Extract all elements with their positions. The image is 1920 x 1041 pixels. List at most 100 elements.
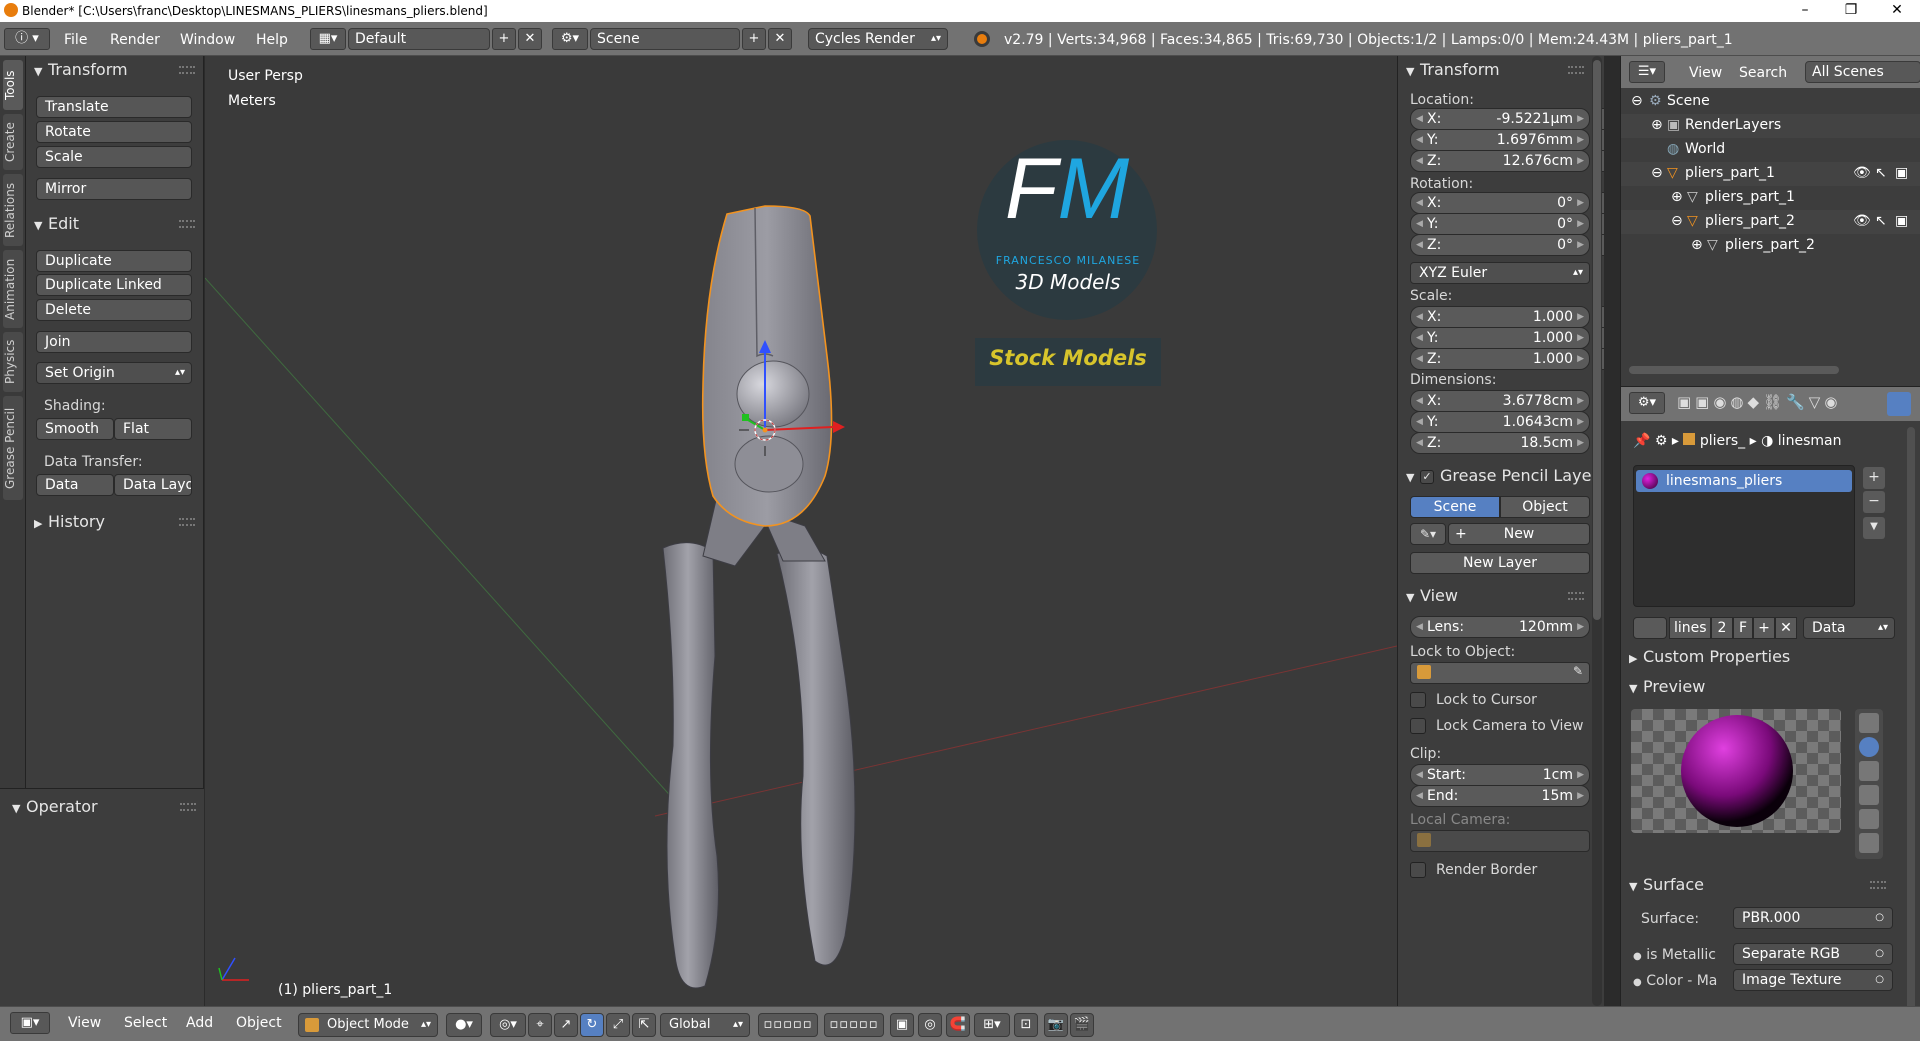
new-material-icon[interactable]: +	[1753, 617, 1775, 639]
grease-pencil-checkbox[interactable]: ✓	[1420, 469, 1434, 484]
preview-shape-column[interactable]	[1855, 709, 1883, 859]
maximize-button[interactable]: ❐	[1828, 0, 1874, 22]
preview-world-icon[interactable]	[1859, 833, 1879, 853]
remove-scene-icon[interactable]: ✕	[768, 28, 792, 50]
scene-layers-grid-b[interactable]: ▫▫▫▫▫	[824, 1013, 884, 1037]
preview-monkey-icon[interactable]	[1859, 785, 1879, 805]
menu-object[interactable]: Object	[236, 1015, 282, 1031]
select-arrow-icon[interactable]: ↖	[1875, 162, 1887, 184]
panel-grip-icon[interactable]	[179, 66, 195, 74]
panel-grip-icon[interactable]	[1568, 592, 1584, 600]
material-tab-icon[interactable]	[1887, 392, 1911, 416]
add-layout-icon[interactable]: +	[492, 28, 516, 50]
editor-type-info-icon[interactable]: ⓘ ▾	[4, 28, 50, 50]
location-y-field[interactable]: ◀ Y: 1.6976mm ▶	[1410, 129, 1590, 151]
menu-render[interactable]: Render	[110, 32, 160, 48]
outliner-item-pliers-part-2[interactable]: ⊖ ▽ pliers_part_2 👁 ↖ ▣	[1621, 210, 1920, 234]
eyedropper-icon[interactable]: ✎	[1573, 664, 1583, 678]
lens-field[interactable]: ◀ Lens: 120mm ▶	[1410, 616, 1590, 638]
pencil-icon[interactable]: ✎▾	[1410, 523, 1446, 545]
local-camera-field[interactable]	[1410, 830, 1590, 852]
translate-button[interactable]: Translate	[36, 96, 192, 118]
slot-specials-icon[interactable]: ▼	[1863, 517, 1885, 539]
scene-layers-grid-a[interactable]: ▫▫▫▫▫	[758, 1013, 818, 1037]
outliner-view-menu[interactable]: View	[1689, 65, 1722, 81]
rotation-z-field[interactable]: ◀ Z: 0° ▶	[1410, 234, 1590, 256]
panel-grip-icon[interactable]	[180, 803, 196, 811]
properties-editor-icon[interactable]: ⚙▾	[1629, 392, 1665, 414]
pin-icon[interactable]: 📌	[1633, 433, 1650, 449]
panel-grip-icon[interactable]	[1568, 66, 1584, 74]
data-layout-button[interactable]: Data Layo	[114, 474, 192, 496]
smooth-button[interactable]: Smooth	[36, 418, 114, 440]
outliner-search-menu[interactable]: Search	[1739, 65, 1787, 81]
grease-object-tab[interactable]: Object	[1500, 496, 1590, 518]
rotate-button[interactable]: Rotate	[36, 121, 192, 143]
tab-physics[interactable]: Physics	[3, 332, 23, 392]
grease-pencil-header[interactable]: ▼ ✓ Grease Pencil Layer	[1406, 466, 1598, 485]
render-opengl-icon[interactable]: 📷	[1044, 1013, 1068, 1037]
location-z-field[interactable]: ◀ Z: 12.676cm ▶	[1410, 150, 1590, 172]
n-panel-scrollbar[interactable]	[1593, 60, 1601, 620]
lock-camera-checkbox[interactable]	[1410, 718, 1426, 734]
surface-shader-select[interactable]: PBR.000 ○	[1733, 907, 1893, 929]
material-browse-icon[interactable]	[1633, 617, 1667, 639]
new-grease-button[interactable]: + New	[1448, 523, 1590, 545]
3d-viewport[interactable]: User Persp Meters (1) pliers_part_1 FM F…	[205, 56, 1397, 1006]
surface-panel-header[interactable]: ▼ Surface	[1629, 875, 1704, 894]
tab-tools[interactable]: Tools	[3, 60, 23, 110]
history-panel-header[interactable]: ▶ History	[34, 512, 105, 531]
flat-button[interactable]: Flat	[114, 418, 192, 440]
layer-lock-icon[interactable]: ▣	[890, 1013, 914, 1037]
screen-layout-field[interactable]: Default	[348, 28, 490, 50]
transform-panel-header[interactable]: ▼ Transform	[34, 60, 128, 79]
outliner-item-mesh-1[interactable]: ⊕ ▽ pliers_part_1	[1621, 186, 1920, 210]
lock-cursor-checkbox[interactable]	[1410, 692, 1426, 708]
panel-grip-icon[interactable]	[179, 220, 195, 228]
scene-field[interactable]: Scene	[590, 28, 740, 50]
rotation-y-field[interactable]: ◀ Y: 0° ▶	[1410, 213, 1590, 235]
preview-hair-icon[interactable]	[1859, 809, 1879, 829]
outliner-display-mode[interactable]: All Scenes	[1805, 61, 1920, 83]
rotation-mode-select[interactable]: XYZ Euler ▴▾	[1410, 262, 1590, 284]
dimension-y-field[interactable]: ◀ Y: 1.0643cm ▶	[1410, 411, 1590, 433]
color-map-select[interactable]: Image Texture ○	[1733, 969, 1893, 991]
duplicate-button[interactable]: Duplicate	[36, 250, 192, 272]
tab-relations[interactable]: Relations	[3, 174, 23, 246]
panel-grip-icon[interactable]	[179, 518, 195, 526]
snap-element-icon[interactable]: ⊞▾	[974, 1013, 1010, 1037]
scale-x-field[interactable]: ◀ X: 1.000 ▶	[1410, 306, 1590, 328]
render-animation-icon[interactable]: 🎬	[1070, 1013, 1094, 1037]
outliner-item-world[interactable]: ◍ World	[1621, 138, 1920, 162]
translate-manipulator-icon[interactable]: ↗	[554, 1013, 578, 1037]
custom-properties-header[interactable]: ▶ Custom Properties	[1629, 647, 1790, 666]
add-scene-icon[interactable]: +	[742, 28, 766, 50]
pliers-handle-left[interactable]	[662, 542, 719, 989]
pivot-point-icon[interactable]: ◎▾	[490, 1013, 526, 1037]
screen-layout-icon[interactable]: ▦▾	[310, 28, 346, 50]
viewport-shading-icon[interactable]: ●▾	[446, 1013, 482, 1037]
menu-window[interactable]: Window	[180, 32, 235, 48]
orientation-select[interactable]: Global ▴▾	[660, 1013, 750, 1037]
visibility-eye-icon[interactable]: 👁	[1853, 210, 1871, 232]
material-users[interactable]: 2	[1711, 617, 1733, 639]
close-button[interactable]: ✕	[1874, 0, 1920, 22]
scene-icon[interactable]: ⚙▾	[552, 28, 588, 50]
mode-select[interactable]: Object Mode ▴▾	[298, 1013, 438, 1037]
visibility-eye-icon[interactable]: 👁	[1853, 162, 1871, 184]
join-button[interactable]: Join	[36, 331, 192, 353]
remove-slot-icon[interactable]: −	[1863, 491, 1885, 513]
outliner-item-scene[interactable]: ⊖ ⚙ Scene	[1621, 90, 1920, 114]
fake-user-toggle[interactable]: F	[1733, 617, 1753, 639]
tab-grease-pencil[interactable]: Grease Pencil	[3, 396, 23, 500]
snap-target-icon[interactable]: ⊡	[1014, 1013, 1038, 1037]
lock-object-field[interactable]: ✎	[1410, 662, 1590, 684]
render-border-checkbox[interactable]	[1410, 862, 1426, 878]
rotate-manipulator-icon[interactable]: ↻	[580, 1013, 604, 1037]
preview-cube-icon[interactable]	[1859, 761, 1879, 781]
manipulator-extra-icon[interactable]: ⇱	[632, 1013, 656, 1037]
n-transform-header[interactable]: ▼ Transform	[1406, 60, 1500, 79]
mirror-button[interactable]: Mirror	[36, 178, 192, 200]
minimize-button[interactable]: –	[1782, 0, 1828, 22]
preview-panel-header[interactable]: ▼ Preview	[1629, 677, 1705, 696]
